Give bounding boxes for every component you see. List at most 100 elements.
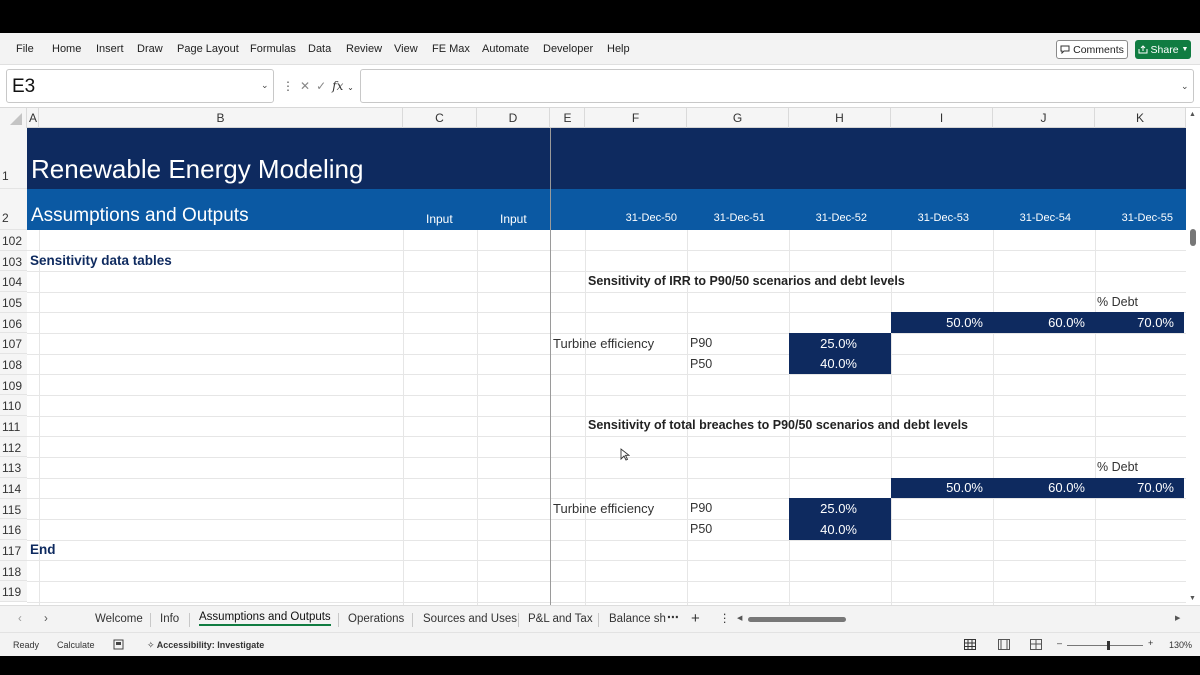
expand-formula-icon[interactable]: ⌄ <box>1181 81 1189 92</box>
col-header-h[interactable]: H <box>789 108 891 128</box>
menu-review[interactable]: Review <box>346 43 382 55</box>
row-header-102[interactable]: 102 <box>0 230 27 251</box>
row-header-105[interactable]: 105 <box>0 292 27 313</box>
table1-debt-50[interactable]: 50.0% <box>891 312 993 333</box>
table2-debt-60[interactable]: 60.0% <box>993 478 1095 498</box>
row-header-110[interactable]: 110 <box>0 395 27 416</box>
more-options-icon[interactable]: ⋮ <box>719 611 731 625</box>
chevron-down-icon: ⌄ <box>347 83 354 92</box>
tab-pl-and-tax[interactable]: P&L and Tax <box>528 613 593 625</box>
col-header-a[interactable]: A <box>27 108 39 128</box>
tab-sources-and-uses[interactable]: Sources and Uses <box>423 613 517 625</box>
row-header-104[interactable]: 104 <box>0 271 27 292</box>
date-header: 31-Dec-55 <box>1121 212 1173 224</box>
tab-info[interactable]: Info <box>160 613 179 625</box>
row-header-1[interactable]: 1 <box>0 128 27 189</box>
menu-page-layout[interactable]: Page Layout <box>177 43 239 55</box>
zoom-level[interactable]: 130% <box>1169 640 1192 650</box>
add-sheet-icon[interactable]: + <box>691 610 700 627</box>
zoom-slider[interactable] <box>1067 645 1143 646</box>
col-header-b[interactable]: B <box>39 108 403 128</box>
menu-help[interactable]: Help <box>607 43 630 55</box>
menu-draw[interactable]: Draw <box>137 43 163 55</box>
row-header-107[interactable]: 107 <box>0 333 27 354</box>
table1-value-p50[interactable]: 40.0% <box>789 354 891 374</box>
scroll-up-icon[interactable]: ▲ <box>1189 111 1196 118</box>
table1-value-p90[interactable]: 25.0% <box>789 333 891 354</box>
row-header-112[interactable]: 112 <box>0 437 27 457</box>
row-header-116[interactable]: 116 <box>0 519 27 540</box>
menu-view[interactable]: View <box>394 43 418 55</box>
table2-value-p90[interactable]: 25.0% <box>789 498 891 519</box>
formula-input[interactable] <box>360 69 1194 103</box>
calculate-button[interactable]: Calculate <box>57 640 95 650</box>
page-break-view-icon[interactable] <box>1030 639 1042 650</box>
table2-debt-70[interactable]: 70.0% <box>1095 478 1184 498</box>
menu-data[interactable]: Data <box>308 43 331 55</box>
col-header-c[interactable]: C <box>403 108 477 128</box>
normal-view-icon[interactable] <box>964 639 976 650</box>
menu-automate[interactable]: Automate <box>482 43 529 55</box>
menu-formulas[interactable]: Formulas <box>250 43 296 55</box>
col-header-i[interactable]: I <box>891 108 993 128</box>
share-button[interactable]: Share ▼ <box>1135 40 1191 59</box>
enter-icon[interactable]: ✓ <box>316 79 326 93</box>
worksheet-grid[interactable]: A B C D E F G H I J K 1 2 Renewable Ener… <box>0 108 1200 605</box>
zoom-out-icon[interactable]: – <box>1057 638 1062 648</box>
col-header-d[interactable]: D <box>477 108 550 128</box>
tab-assumptions-and-outputs[interactable]: Assumptions and Outputs <box>199 611 331 626</box>
comments-button[interactable]: Comments <box>1056 40 1128 59</box>
chevron-right-icon[interactable]: › <box>44 613 48 625</box>
row-header-113[interactable]: 113 <box>0 457 27 478</box>
select-all-button[interactable] <box>0 108 27 128</box>
row-header-119[interactable]: 119 <box>0 581 27 602</box>
horizontal-scroll-thumb[interactable] <box>748 617 846 622</box>
tab-operations[interactable]: Operations <box>348 613 404 625</box>
chevron-left-icon[interactable]: ‹ <box>18 613 22 625</box>
row-header-103[interactable]: 103 <box>0 251 27 271</box>
chevron-down-icon[interactable]: ⌄ <box>261 80 269 91</box>
scroll-down-icon[interactable]: ▼ <box>1189 595 1196 602</box>
table1-debt-label: % Debt <box>1097 295 1138 309</box>
cancel-icon[interactable]: ✕ <box>300 79 310 93</box>
scroll-right-icon[interactable]: ▶ <box>1175 614 1180 622</box>
menu-developer[interactable]: Developer <box>543 43 593 55</box>
vertical-scroll-thumb[interactable] <box>1190 229 1196 246</box>
scroll-left-icon[interactable]: ◀ <box>737 614 742 622</box>
accessibility-status[interactable]: ✧ Accessibility: Investigate <box>147 640 264 651</box>
row-header-118[interactable]: 118 <box>0 561 27 581</box>
gridline <box>27 498 1186 499</box>
table2-debt-50[interactable]: 50.0% <box>891 478 993 498</box>
menu-fe-max[interactable]: FE Max <box>432 43 470 55</box>
name-box[interactable]: E3 <box>6 69 274 103</box>
row-header-106[interactable]: 106 <box>0 313 27 333</box>
menu-home[interactable]: Home <box>52 43 81 55</box>
tab-welcome[interactable]: Welcome <box>95 613 143 625</box>
insert-function-button[interactable]: fx ⌄ <box>332 79 354 93</box>
tab-balance-sheet[interactable]: Balance sh <box>609 613 666 625</box>
row-header-117[interactable]: 117 <box>0 540 27 561</box>
row-header-111[interactable]: 111 <box>0 416 27 437</box>
col-header-g[interactable]: G <box>687 108 789 128</box>
gridline <box>27 560 1186 561</box>
col-header-k[interactable]: K <box>1095 108 1186 128</box>
col-header-j[interactable]: J <box>993 108 1095 128</box>
col-header-f[interactable]: F <box>585 108 687 128</box>
table1-debt-70[interactable]: 70.0% <box>1095 312 1184 333</box>
page-layout-view-icon[interactable] <box>998 639 1010 650</box>
row-header-115[interactable]: 115 <box>0 499 27 519</box>
row-header-109[interactable]: 109 <box>0 375 27 395</box>
menu-file[interactable]: File <box>16 43 34 55</box>
table2-value-p50[interactable]: 40.0% <box>789 519 891 540</box>
vertical-scrollbar[interactable]: ▲ ▼ <box>1186 108 1200 605</box>
zoom-in-icon[interactable]: + <box>1148 638 1153 648</box>
macro-record-icon[interactable] <box>113 639 124 650</box>
zoom-slider-thumb[interactable] <box>1107 641 1110 650</box>
table1-debt-60[interactable]: 60.0% <box>993 312 1095 333</box>
row-header-2[interactable]: 2 <box>0 189 27 230</box>
row-header-114[interactable]: 114 <box>0 478 27 499</box>
col-header-e[interactable]: E <box>551 108 585 128</box>
more-tabs-icon[interactable]: ⋯ <box>667 610 679 624</box>
row-header-108[interactable]: 108 <box>0 354 27 375</box>
menu-insert[interactable]: Insert <box>96 43 124 55</box>
